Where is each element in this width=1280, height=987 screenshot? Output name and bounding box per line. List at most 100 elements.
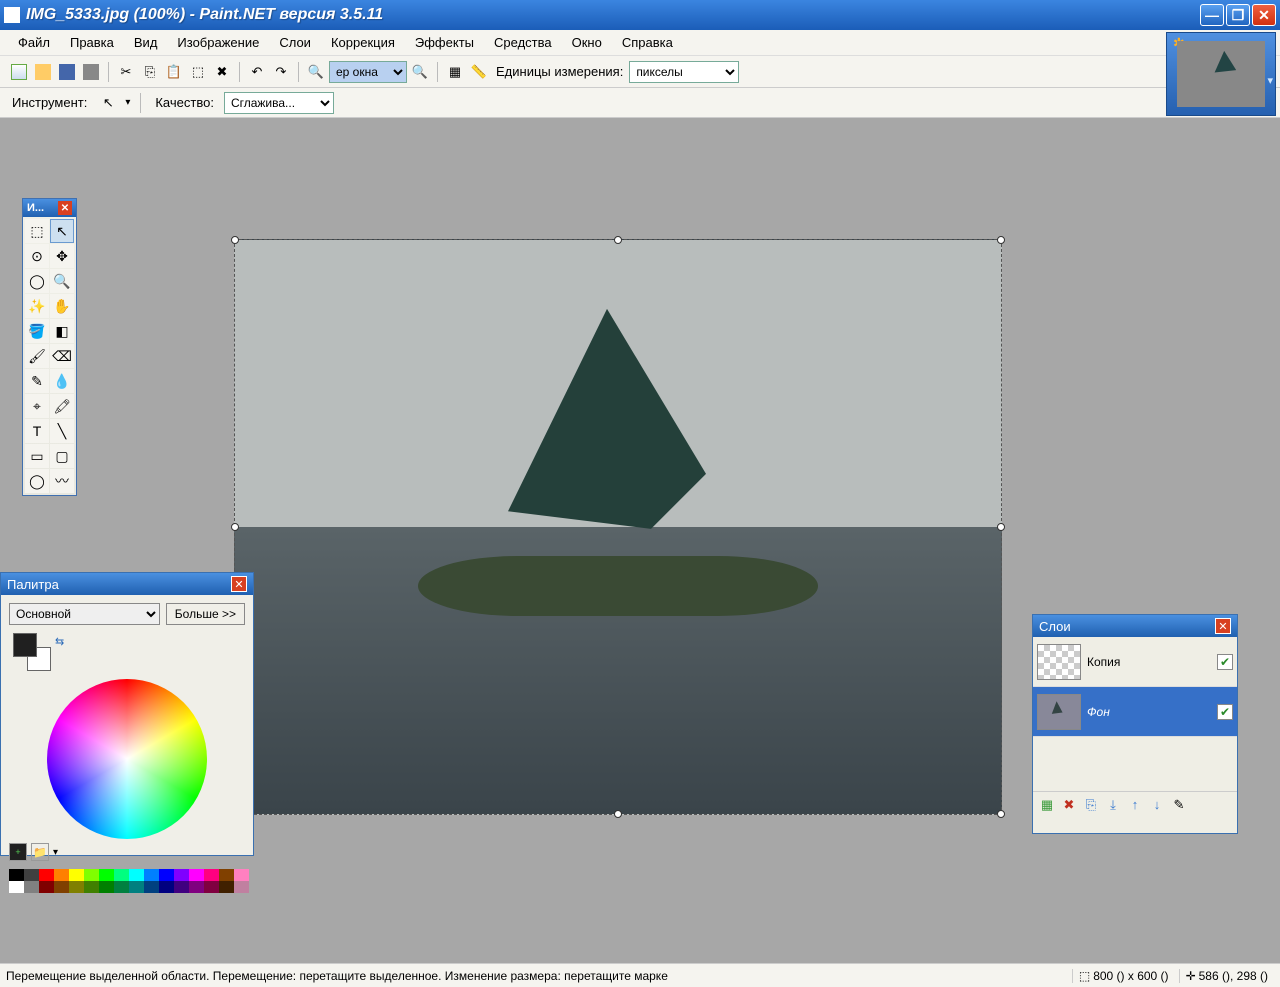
color-swatch[interactable] [9,869,24,881]
delete-layer-button[interactable]: ✖ [1059,795,1079,815]
dropdown-icon[interactable]: ▾ [125,97,130,108]
tool-paintbrush[interactable]: 🖌 [25,344,49,368]
tool-gradient[interactable]: ◧ [50,319,74,343]
tool-lasso-select[interactable]: ⊙ [25,244,49,268]
colors-close-button[interactable]: ✕ [231,576,247,592]
color-swatch[interactable] [39,869,54,881]
units-select[interactable]: пикселы [629,61,739,83]
color-swatch[interactable] [114,881,129,893]
tool-ellipse[interactable]: ◯ [25,469,49,493]
layer-item[interactable]: Копия ✔ [1033,637,1237,687]
tool-paint-bucket[interactable]: 🪣 [25,319,49,343]
color-swatch[interactable] [234,881,249,893]
add-color-button[interactable]: + [9,843,27,861]
color-swatch[interactable] [24,869,39,881]
canvas-image[interactable] [234,239,1002,815]
layer-item[interactable]: Фон ✔ [1033,687,1237,737]
menu-adjustments[interactable]: Коррекция [321,32,405,53]
selection-handle-e[interactable] [997,523,1005,531]
layer-visibility-checkbox[interactable]: ✔ [1217,704,1233,720]
deselect-button[interactable]: ✖ [211,61,233,83]
selection-handle-ne[interactable] [997,236,1005,244]
tool-line[interactable]: ╲ [50,419,74,443]
save-button[interactable] [56,61,78,83]
move-up-button[interactable]: ↑ [1125,795,1145,815]
color-swatch[interactable] [84,881,99,893]
tool-pencil[interactable]: ✎ [25,369,49,393]
redo-button[interactable]: ↷ [270,61,292,83]
palette-menu-button[interactable]: 📁 [31,843,49,861]
tool-rounded-rect[interactable]: ▢ [50,444,74,468]
color-swatch[interactable] [189,881,204,893]
color-swatch[interactable] [174,869,189,881]
zoom-select[interactable]: ер окна [329,61,407,83]
color-swatch[interactable] [189,869,204,881]
tool-zoom[interactable]: 🔍 [50,269,74,293]
primary-color-swatch[interactable] [13,633,37,657]
color-swatch[interactable] [204,869,219,881]
swap-colors-icon[interactable]: ⇆ [55,635,64,648]
color-mode-select[interactable]: Основной [9,603,160,625]
crop-button[interactable]: ⬚ [187,61,209,83]
color-swatch[interactable] [9,881,24,893]
selection-handle-nw[interactable] [231,236,239,244]
copy-button[interactable]: ⎘ [139,61,161,83]
selection-handle-n[interactable] [614,236,622,244]
zoom-in-button[interactable]: 🔍 [409,61,431,83]
dropdown-icon[interactable]: ▾ [53,847,58,858]
close-button[interactable]: ✕ [1252,4,1276,26]
open-button[interactable] [32,61,54,83]
tool-move-pixels[interactable]: ✥ [50,244,74,268]
menu-tools[interactable]: Средства [484,32,562,53]
minimize-button[interactable]: — [1200,4,1224,26]
document-thumbnail[interactable] [1177,41,1265,107]
thumb-menu-icon[interactable]: ▾ [1267,74,1273,87]
grid-button[interactable]: ▦ [444,61,466,83]
menu-window[interactable]: Окно [562,32,612,53]
maximize-button[interactable]: ❐ [1226,4,1250,26]
menu-view[interactable]: Вид [124,32,168,53]
color-swatch[interactable] [24,881,39,893]
tool-freeform[interactable]: 〰 [50,469,74,493]
merge-down-button[interactable]: ⤓ [1103,795,1123,815]
menu-help[interactable]: Справка [612,32,683,53]
color-swatch[interactable] [69,881,84,893]
tool-eraser[interactable]: ⌫ [50,344,74,368]
tool-move-selection[interactable]: ↖ [50,219,74,243]
menu-layers[interactable]: Слои [269,32,321,53]
color-swatch[interactable] [159,881,174,893]
duplicate-layer-button[interactable]: ⎘ [1081,795,1101,815]
color-swatch[interactable] [129,881,144,893]
selection-handle-se[interactable] [997,810,1005,818]
menu-effects[interactable]: Эффекты [405,32,484,53]
color-swatch[interactable] [54,881,69,893]
color-swatch[interactable] [159,869,174,881]
quality-select[interactable]: Сглажива... [224,92,334,114]
print-button[interactable] [80,61,102,83]
color-swatch[interactable] [54,869,69,881]
color-swatch[interactable] [114,869,129,881]
tool-clone-stamp[interactable]: ⌖ [25,394,49,418]
color-wheel[interactable] [47,679,207,839]
more-button[interactable]: Больше >> [166,603,245,625]
color-swatch[interactable] [204,881,219,893]
tools-window-titlebar[interactable]: И... ✕ [23,199,76,217]
menu-image[interactable]: Изображение [167,32,269,53]
color-swatch[interactable] [219,881,234,893]
selection-handle-s[interactable] [614,810,622,818]
colors-titlebar[interactable]: Палитра ✕ [1,573,253,595]
layer-properties-button[interactable]: ✎ [1169,795,1189,815]
move-down-button[interactable]: ↓ [1147,795,1167,815]
tool-pan[interactable]: ✋ [50,294,74,318]
layers-close-button[interactable]: ✕ [1215,618,1231,634]
color-swatch[interactable] [69,869,84,881]
color-swatch[interactable] [39,881,54,893]
color-swatch[interactable] [84,869,99,881]
tool-text[interactable]: T [25,419,49,443]
color-swatch[interactable] [99,869,114,881]
color-swatch[interactable] [99,881,114,893]
selection-handle-w[interactable] [231,523,239,531]
tool-ellipse-select[interactable]: ◯ [25,269,49,293]
paste-button[interactable]: 📋 [163,61,185,83]
layer-visibility-checkbox[interactable]: ✔ [1217,654,1233,670]
